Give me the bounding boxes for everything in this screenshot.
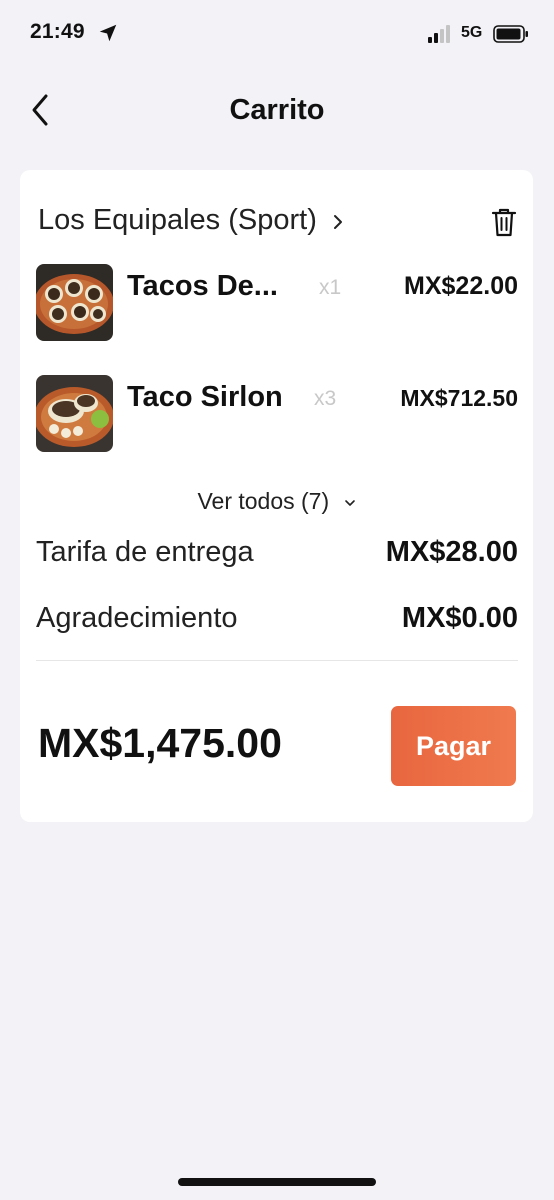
home-indicator[interactable] [178, 1178, 376, 1186]
store-row[interactable]: Los Equipales (Sport) [38, 204, 518, 244]
tip-row: Agradecimiento MX$0.00 [36, 602, 518, 642]
battery-icon [493, 25, 528, 43]
taco-sirlon-photo [36, 375, 113, 452]
order-total: MX$1,475.00 [38, 720, 282, 766]
item-quantity: x1 [319, 276, 342, 299]
item-price: MX$712.50 [400, 385, 518, 411]
fee-value: MX$0.00 [401, 602, 518, 634]
header: Carrito [0, 80, 554, 140]
chevron-down-icon [344, 500, 355, 506]
store-name[interactable]: Los Equipales (Sport) [38, 204, 317, 237]
view-all-button[interactable]: Ver todos (7) [20, 488, 533, 515]
trash-icon[interactable] [490, 206, 518, 238]
divider [36, 660, 518, 661]
fee-label: Tarifa de entrega [36, 536, 254, 568]
item-quantity: x3 [314, 387, 337, 410]
view-all-label: Ver todos (7) [197, 488, 330, 514]
item-price: MX$22.00 [404, 272, 518, 300]
status-time: 21:49 [30, 20, 85, 43]
fee-label: Agradecimiento [36, 602, 238, 634]
cart-card: Los Equipales (Sport) Tacos De... x1 MX$… [20, 170, 533, 822]
cart-item[interactable]: Tacos De... x1 MX$22.00 [36, 264, 518, 342]
pay-button[interactable]: Pagar [391, 706, 516, 786]
page-title: Carrito [229, 94, 325, 126]
item-name: Taco Sirlon [127, 381, 283, 413]
fee-value: MX$28.00 [385, 536, 518, 568]
delivery-fee-row: Tarifa de entrega MX$28.00 [36, 536, 518, 576]
location-arrow-icon [99, 24, 117, 42]
tacos-plate-photo [36, 264, 113, 341]
status-bar: 21:49 5G [0, 0, 554, 70]
chevron-right-icon [334, 215, 342, 229]
item-name: Tacos De... [127, 270, 278, 302]
cart-item[interactable]: Taco Sirlon x3 MX$712.50 [36, 375, 518, 453]
cellular-signal-icon [428, 25, 450, 43]
network-label: 5G [461, 24, 483, 41]
